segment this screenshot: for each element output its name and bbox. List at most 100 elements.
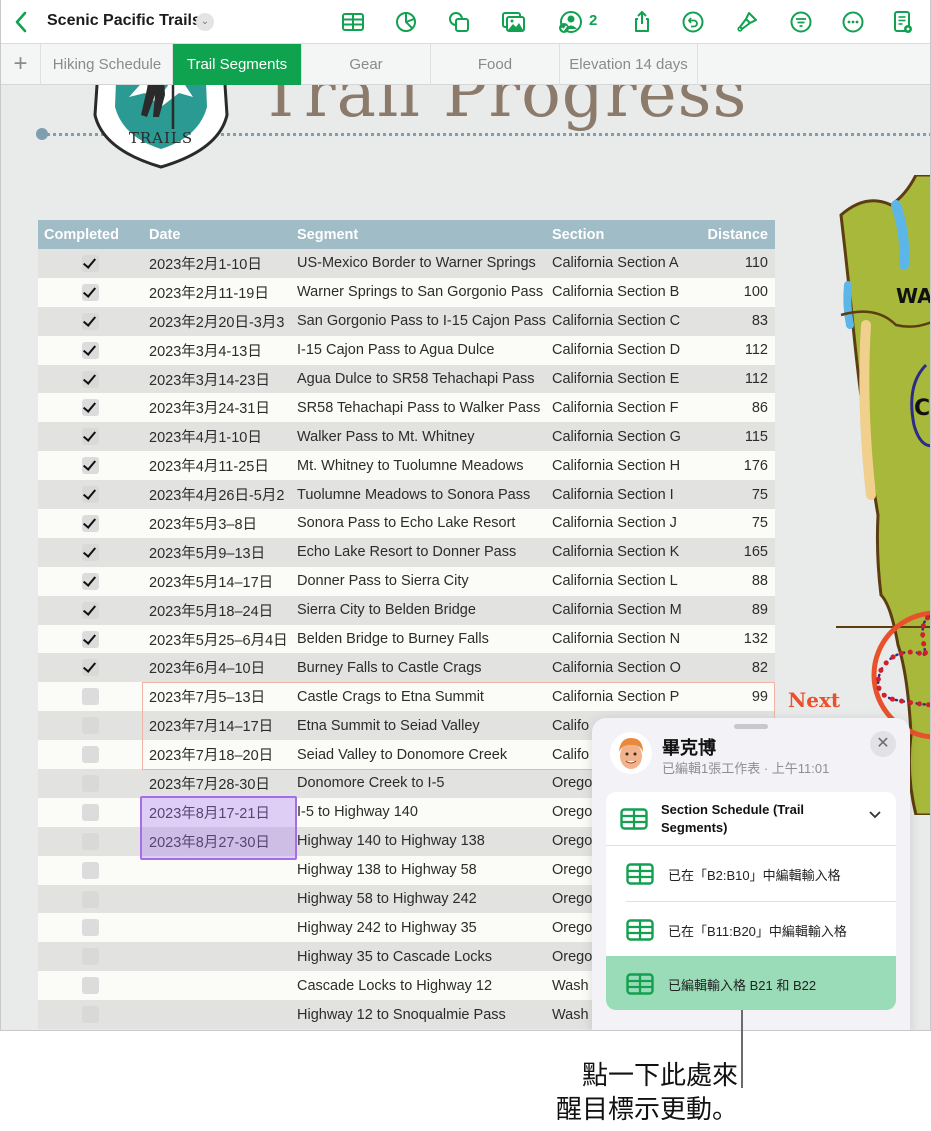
activity-item-b11-b20[interactable]: 已在「B11:B20」中編輯輸入格 — [626, 901, 896, 956]
segment-cell[interactable]: Castle Crags to Etna Summit — [293, 682, 549, 711]
date-cell[interactable] — [142, 856, 293, 885]
completed-checkbox[interactable] — [81, 948, 99, 966]
date-cell[interactable]: 2023年5月18–24日 — [142, 596, 293, 625]
completed-checkbox[interactable] — [81, 717, 99, 735]
date-cell[interactable]: 2023年7月18–20日 — [142, 740, 293, 769]
completed-checkbox[interactable] — [81, 399, 99, 417]
column-header-completed[interactable]: Completed — [38, 220, 142, 249]
completed-cell[interactable] — [38, 480, 142, 509]
tab-elevation[interactable]: Elevation 14 days — [560, 44, 698, 85]
completed-cell[interactable] — [38, 856, 142, 885]
distance-cell[interactable]: 132 — [699, 625, 775, 654]
segment-cell[interactable]: San Gorgonio Pass to I-15 Cajon Pass — [293, 307, 549, 336]
segment-cell[interactable]: Mt. Whitney to Tuolumne Meadows — [293, 451, 549, 480]
date-cell[interactable]: 2023年8月27-30日 — [142, 827, 293, 856]
tab-trail-segments[interactable]: Trail Segments — [173, 44, 302, 85]
segment-cell[interactable]: Belden Bridge to Burney Falls — [293, 625, 549, 654]
date-cell[interactable]: 2023年4月26日-5月2 — [142, 480, 293, 509]
activity-item-b2-b10[interactable]: 已在「B2:B10」中編輯輸入格 — [606, 846, 896, 901]
completed-cell[interactable] — [38, 509, 142, 538]
completed-checkbox[interactable] — [81, 774, 99, 792]
table-activity-header[interactable]: Section Schedule (Trail Segments) — [606, 792, 896, 846]
media-button[interactable] — [500, 9, 526, 35]
close-button[interactable]: ✕ — [870, 731, 896, 757]
segment-cell[interactable]: Highway 138 to Highway 58 — [293, 856, 549, 885]
distance-cell[interactable]: 82 — [699, 653, 775, 682]
date-cell[interactable] — [142, 942, 293, 971]
completed-cell[interactable] — [38, 827, 142, 856]
completed-cell[interactable] — [38, 942, 142, 971]
section-cell[interactable]: California Section K — [549, 538, 699, 567]
segment-cell[interactable]: Etna Summit to Seiad Valley — [293, 711, 549, 740]
segment-cell[interactable]: Burney Falls to Castle Crags — [293, 653, 549, 682]
date-cell[interactable]: 2023年8月17-21日 — [142, 798, 293, 827]
date-cell[interactable]: 2023年2月11-19日 — [142, 278, 293, 307]
date-cell[interactable]: 2023年6月4–10日 — [142, 653, 293, 682]
completed-cell[interactable] — [38, 885, 142, 914]
completed-cell[interactable] — [38, 307, 142, 336]
section-cell[interactable]: California Section D — [549, 336, 699, 365]
completed-checkbox[interactable] — [81, 428, 99, 446]
distance-cell[interactable]: 75 — [699, 509, 775, 538]
completed-checkbox[interactable] — [81, 890, 99, 908]
completed-checkbox[interactable] — [81, 254, 99, 272]
section-cell[interactable]: California Section B — [549, 278, 699, 307]
section-cell[interactable]: California Section F — [549, 393, 699, 422]
completed-checkbox[interactable] — [81, 861, 99, 879]
completed-checkbox[interactable] — [81, 543, 99, 561]
segment-cell[interactable]: I-5 to Highway 140 — [293, 798, 549, 827]
completed-checkbox[interactable] — [81, 457, 99, 475]
segment-cell[interactable]: Donomore Creek to I-5 — [293, 769, 549, 798]
completed-cell[interactable] — [38, 913, 142, 942]
tab-gear[interactable]: Gear — [302, 44, 431, 85]
completed-cell[interactable] — [38, 653, 142, 682]
date-cell[interactable] — [142, 885, 293, 914]
date-cell[interactable]: 2023年4月1-10日 — [142, 422, 293, 451]
segment-cell[interactable]: Cascade Locks to Highway 12 — [293, 971, 549, 1000]
section-cell[interactable]: California Section A — [549, 249, 699, 278]
date-cell[interactable]: 2023年5月25–6月4日 — [142, 625, 293, 654]
segment-cell[interactable]: Highway 140 to Highway 138 — [293, 827, 549, 856]
completed-checkbox[interactable] — [81, 283, 99, 301]
completed-cell[interactable] — [38, 971, 142, 1000]
completed-checkbox[interactable] — [81, 746, 99, 764]
section-cell[interactable]: California Section P — [549, 682, 699, 711]
completed-checkbox[interactable] — [81, 370, 99, 388]
title-menu-button[interactable]: ⌄ — [196, 13, 214, 31]
format-button[interactable] — [734, 9, 760, 35]
segment-cell[interactable]: Echo Lake Resort to Donner Pass — [293, 538, 549, 567]
completed-cell[interactable] — [38, 682, 142, 711]
date-cell[interactable] — [142, 913, 293, 942]
column-header-segment[interactable]: Segment — [293, 220, 549, 249]
distance-cell[interactable]: 100 — [699, 278, 775, 307]
completed-cell[interactable] — [38, 798, 142, 827]
segment-cell[interactable]: Sierra City to Belden Bridge — [293, 596, 549, 625]
distance-cell[interactable]: 176 — [699, 451, 775, 480]
section-cell[interactable]: California Section C — [549, 307, 699, 336]
segment-cell[interactable]: Highway 35 to Cascade Locks — [293, 942, 549, 971]
distance-cell[interactable]: 165 — [699, 538, 775, 567]
section-cell[interactable]: California Section I — [549, 480, 699, 509]
tab-hiking-schedule[interactable]: Hiking Schedule — [42, 44, 173, 85]
distance-cell[interactable]: 88 — [699, 567, 775, 596]
date-cell[interactable]: 2023年4月11-25日 — [142, 451, 293, 480]
completed-cell[interactable] — [38, 451, 142, 480]
completed-checkbox[interactable] — [81, 572, 99, 590]
section-cell[interactable]: California Section J — [549, 509, 699, 538]
segment-cell[interactable]: Agua Dulce to SR58 Tehachapi Pass — [293, 365, 549, 394]
date-cell[interactable]: 2023年7月5–13日 — [142, 682, 293, 711]
popover-grabber[interactable] — [734, 724, 768, 729]
distance-cell[interactable]: 83 — [699, 307, 775, 336]
tab-food[interactable]: Food — [431, 44, 560, 85]
completed-cell[interactable] — [38, 249, 142, 278]
segment-cell[interactable]: Warner Springs to San Gorgonio Pass — [293, 278, 549, 307]
completed-checkbox[interactable] — [81, 803, 99, 821]
section-cell[interactable]: California Section N — [549, 625, 699, 654]
completed-cell[interactable] — [38, 422, 142, 451]
segment-cell[interactable]: Seiad Valley to Donomore Creek — [293, 740, 549, 769]
segment-cell[interactable]: I-15 Cajon Pass to Agua Dulce — [293, 336, 549, 365]
completed-checkbox[interactable] — [81, 977, 99, 995]
segment-cell[interactable]: US-Mexico Border to Warner Springs — [293, 249, 549, 278]
completed-cell[interactable] — [38, 336, 142, 365]
section-cell[interactable]: California Section H — [549, 451, 699, 480]
